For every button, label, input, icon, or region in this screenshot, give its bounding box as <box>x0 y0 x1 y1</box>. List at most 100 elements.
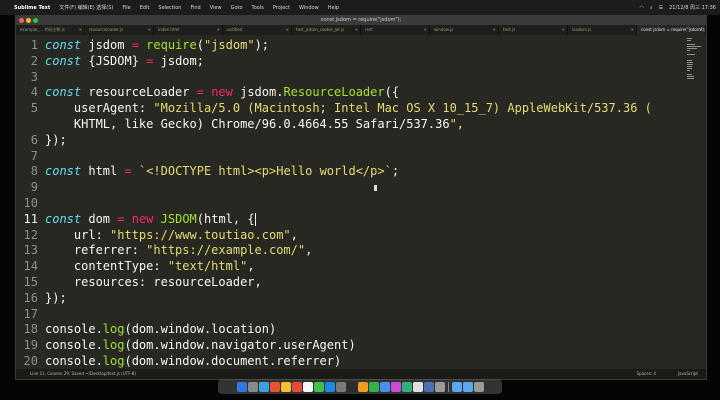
code-line[interactable]: 13 referrer: "https://example.com/", <box>16 243 684 258</box>
menu-item-edit[interactable]: Edit <box>140 5 150 11</box>
tab-0[interactable]: example_... 代码注释.js × <box>16 25 85 35</box>
code-line[interactable]: 9 <box>16 180 684 195</box>
tab-close-icon[interactable]: × <box>631 25 634 35</box>
vscode-icon[interactable] <box>379 381 390 392</box>
tab-6[interactable]: window.js × <box>430 25 499 35</box>
tab-close-icon[interactable]: × <box>148 25 151 35</box>
tab-close-icon[interactable]: × <box>424 25 427 35</box>
code-line[interactable]: 17 <box>16 307 684 322</box>
menu-item-goto[interactable]: Goto <box>231 5 243 11</box>
line-number: 15 <box>23 275 38 289</box>
code-line[interactable]: 14 contentType: "text/html", <box>16 259 684 274</box>
code-line[interactable]: 10 <box>16 196 684 211</box>
minimap[interactable] <box>684 38 706 83</box>
safari-icon[interactable] <box>258 381 269 392</box>
pycharm-icon[interactable] <box>401 381 412 392</box>
tab-close-icon[interactable]: × <box>286 25 289 35</box>
trash-icon[interactable] <box>473 381 484 392</box>
code-line[interactable]: 20 console.log(dom.window.document.referr… <box>16 354 684 369</box>
code-line[interactable]: 19 console.log(dom.window.navigator.userA… <box>16 338 684 353</box>
messages-icon[interactable] <box>313 381 324 392</box>
tab-9[interactable]: const jsdom = require("jsdom"); × <box>637 25 706 35</box>
chrome-icon[interactable] <box>280 381 291 392</box>
tab-3[interactable]: untitled × <box>223 25 292 35</box>
menu-item-tools[interactable]: Tools <box>252 5 264 11</box>
indentation-selector[interactable]: Spaces: 4 <box>637 369 656 379</box>
code-text: }); <box>45 290 67 305</box>
code-line[interactable]: 2 const {JSDOM} = jsdom; <box>16 54 684 69</box>
menu-bar: Sublime Text 文件(F) 编辑(E) 选择(S) File Edit… <box>0 0 720 15</box>
finder-icon[interactable] <box>236 381 247 392</box>
tab-close-icon[interactable]: × <box>79 25 82 35</box>
menu-item-view[interactable]: View <box>210 5 222 11</box>
menu-item-cn[interactable]: 文件(F) 编辑(E) 选择(S) <box>59 4 113 11</box>
menu-app-name[interactable]: Sublime Text <box>14 5 50 11</box>
firefox-icon[interactable] <box>269 381 280 392</box>
code-line[interactable]: 3 <box>16 70 684 85</box>
menu-item-project[interactable]: Project <box>273 5 290 11</box>
code-line[interactable]: 7 <box>16 149 684 164</box>
tab-2[interactable]: index.html × <box>154 25 223 35</box>
utility-icon[interactable] <box>434 381 445 392</box>
code-line[interactable]: 8 const html = `<!DOCTYPE html><p>Hello w… <box>16 164 684 179</box>
menu-item-help[interactable]: Help <box>328 5 339 11</box>
control-center-icon[interactable]: ☰ <box>659 5 663 11</box>
notes-icon[interactable] <box>302 381 313 392</box>
menu-clock[interactable]: 21/12/8 周三 17:36 <box>669 4 716 11</box>
code-line[interactable]: 16}); <box>16 291 684 306</box>
wifi-icon[interactable]: ◠ <box>639 5 643 11</box>
menu-item-selection[interactable]: Selection <box>158 5 181 11</box>
terminal-icon[interactable] <box>346 381 357 392</box>
tab-close-icon[interactable]: × <box>562 25 565 35</box>
code-line[interactable]: 4 const resourceLoader = new jsdom.Resour… <box>16 85 684 100</box>
code-line[interactable]: 12 url: "https://www.toutiao.com", <box>16 228 684 243</box>
app-store-icon[interactable] <box>324 381 335 392</box>
documents-folder-icon[interactable] <box>462 381 473 392</box>
zoom-window-button[interactable] <box>33 18 38 23</box>
line-number: 13 <box>23 243 38 258</box>
code-line[interactable]: KHTML, like Gecko) Chrome/96.0.4664.55 S… <box>16 117 684 132</box>
tab-5[interactable]: rest × <box>361 25 430 35</box>
preview-icon[interactable] <box>412 381 423 392</box>
launchpad-icon[interactable] <box>247 381 258 392</box>
code-line[interactable]: 11 const dom = new JSDOM(html, { <box>16 212 684 227</box>
code-line[interactable]: 6}); <box>16 133 684 148</box>
tab-7[interactable]: test.js × <box>499 25 568 35</box>
app-icon[interactable] <box>390 381 401 392</box>
line-number: 2 <box>30 53 38 68</box>
tab-close-icon[interactable]: × <box>700 25 703 35</box>
webstorm-icon[interactable] <box>423 381 434 392</box>
menu-item-window[interactable]: Window <box>299 5 319 11</box>
code-line[interactable]: 1 const jsdom = require("jsdom"); <box>16 38 684 53</box>
calendar-icon[interactable] <box>291 381 302 392</box>
wechat-icon[interactable] <box>368 381 379 392</box>
tab-close-icon[interactable]: × <box>355 25 358 35</box>
tab-8[interactable]: loaders.js × <box>568 25 637 35</box>
minimap-line <box>687 50 690 51</box>
tab-close-icon[interactable]: × <box>217 25 220 35</box>
code-line[interactable]: 15 resources: resourceLoader, <box>16 275 684 290</box>
tab-label: test_jsdom_cookie_jar.js <box>296 27 345 32</box>
tab-label: rest <box>365 27 373 32</box>
code-line[interactable]: 5 userAgent: "Mozilla/5.0 (Macintosh; In… <box>16 101 684 116</box>
status-bar: Line 11, Column 29; Saved ~/Desktop/test… <box>16 369 706 379</box>
downloads-folder-icon[interactable] <box>451 381 462 392</box>
code-text: resources: resourceLoader, <box>45 275 262 289</box>
code-text: contentType: "text/html", <box>45 259 255 274</box>
minimize-window-button[interactable] <box>26 18 31 23</box>
line-number: 3 <box>30 69 38 84</box>
menu-bar-extras: ◠ ⌕ ☰ 21/12/8 周三 17:36 <box>639 0 716 15</box>
tab-close-icon[interactable]: × <box>493 25 496 35</box>
code-editor[interactable]: 1 const jsdom = require("jsdom"); 2 const {… <box>16 38 684 368</box>
settings-icon[interactable] <box>335 381 346 392</box>
tab-1[interactable]: resourceloader.js × <box>85 25 154 35</box>
sublime-text-icon[interactable] <box>357 381 368 392</box>
dock <box>218 379 502 394</box>
close-window-button[interactable] <box>19 18 24 23</box>
menu-item-find[interactable]: Find <box>190 5 200 11</box>
tab-4[interactable]: test_jsdom_cookie_jar.js × <box>292 25 361 35</box>
code-line[interactable]: 18 console.log(dom.window.location) <box>16 322 684 337</box>
search-icon[interactable]: ⌕ <box>650 5 653 11</box>
syntax-selector[interactable]: JavaScript <box>678 369 698 379</box>
menu-item-file[interactable]: File <box>122 5 130 11</box>
